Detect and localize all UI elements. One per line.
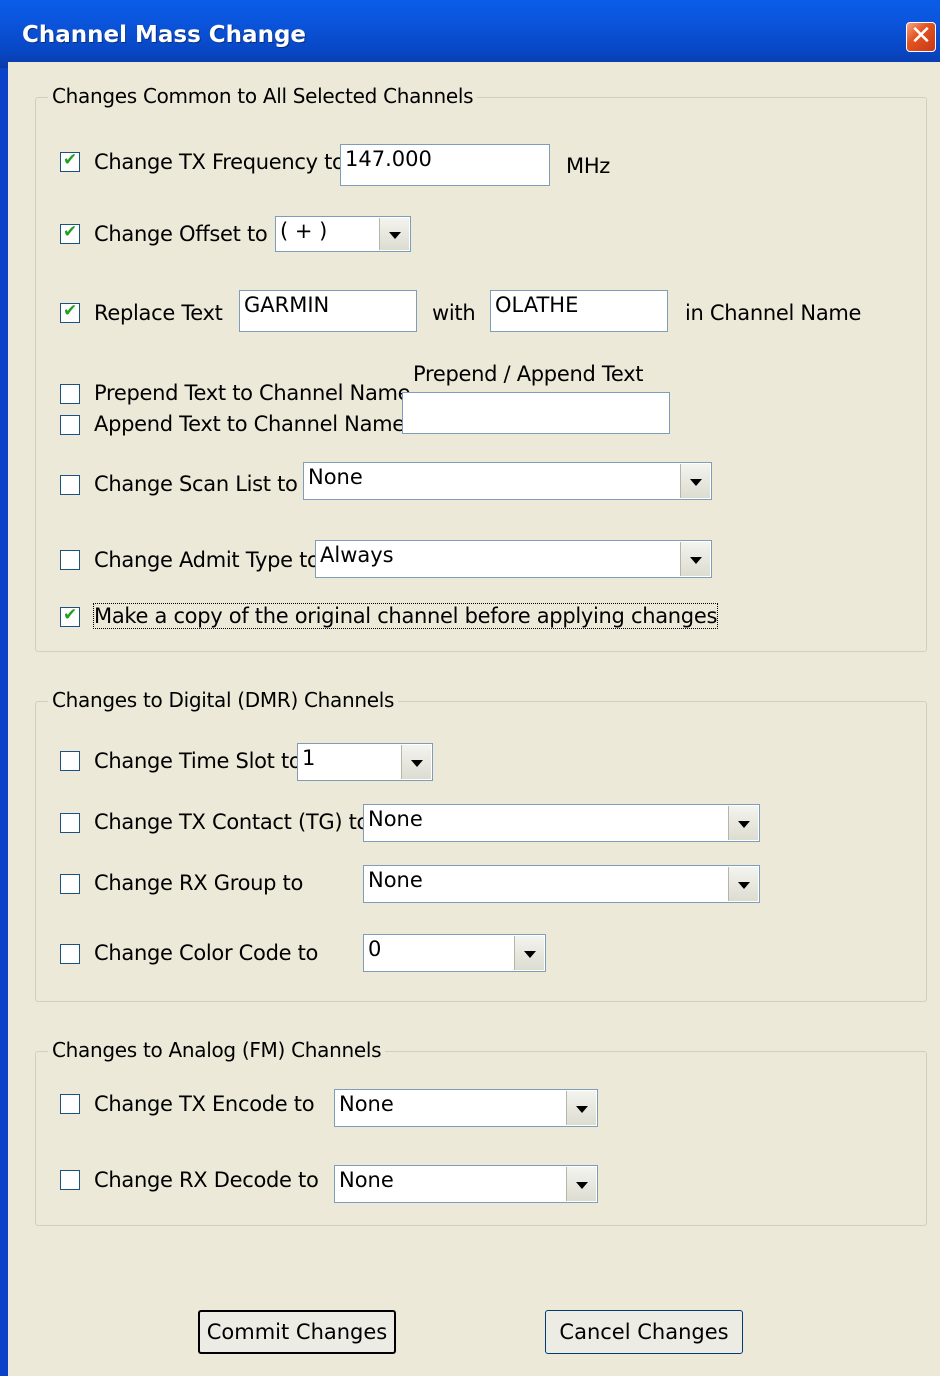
rx-group-checkbox[interactable] [60, 874, 80, 894]
rx-decode-label: Change RX Decode to [94, 1168, 319, 1192]
group-legend: Changes to Analog (FM) Channels [48, 1038, 386, 1062]
append-checkbox[interactable] [60, 415, 80, 435]
tx-frequency-label: Change TX Frequency to [94, 150, 345, 174]
chevron-down-icon[interactable] [401, 745, 431, 779]
tx-frequency-unit: MHz [566, 154, 611, 178]
chevron-down-icon[interactable] [728, 806, 758, 840]
replace-find-input[interactable]: GARMIN [239, 290, 417, 332]
chevron-down-icon[interactable] [728, 867, 758, 901]
dialog-window: Channel Mass Change ✕ Changes Common to … [0, 0, 940, 1376]
group-legend: Changes to Digital (DMR) Channels [48, 688, 399, 712]
admit-type-dropdown[interactable]: Always [315, 540, 712, 578]
prepend-append-text-label: Prepend / Append Text [413, 362, 644, 386]
make-copy-label[interactable]: Make a copy of the original channel befo… [92, 603, 719, 629]
scan-list-value: None [308, 465, 363, 489]
commit-changes-button[interactable]: Commit Changes [198, 1310, 396, 1354]
append-label: Append Text to Channel Name [94, 412, 405, 436]
tx-contact-dropdown[interactable]: None [363, 804, 760, 842]
color-code-value: 0 [368, 937, 382, 961]
rx-decode-checkbox[interactable] [60, 1170, 80, 1190]
prepend-append-input[interactable] [402, 392, 670, 434]
analog-changes-group: Changes to Analog (FM) Channels Change T… [35, 1038, 927, 1226]
chevron-down-icon[interactable] [514, 936, 544, 970]
time-slot-value: 1 [302, 746, 316, 770]
tx-frequency-input[interactable]: 147.000 [340, 144, 550, 186]
tx-encode-label: Change TX Encode to [94, 1092, 315, 1116]
offset-checkbox[interactable] [60, 222, 80, 244]
admit-type-label: Change Admit Type to [94, 548, 320, 572]
title-bar[interactable]: Channel Mass Change ✕ [0, 0, 940, 68]
tx-frequency-checkbox[interactable] [60, 150, 80, 172]
color-code-dropdown[interactable]: 0 [363, 934, 546, 972]
chevron-down-icon[interactable] [566, 1167, 596, 1201]
tx-encode-checkbox[interactable] [60, 1094, 80, 1114]
make-copy-checkbox[interactable] [60, 605, 80, 627]
scan-list-dropdown[interactable]: None [303, 462, 712, 500]
time-slot-dropdown[interactable]: 1 [297, 743, 433, 781]
admit-type-value: Always [320, 543, 394, 567]
rx-group-value: None [368, 868, 423, 892]
dialog-body: Changes Common to All Selected Channels … [8, 62, 940, 1376]
color-code-label: Change Color Code to [94, 941, 319, 965]
admit-type-checkbox[interactable] [60, 550, 80, 570]
with-label: with [432, 301, 476, 325]
replace-with-input[interactable]: OLATHE [490, 290, 668, 332]
time-slot-checkbox[interactable] [60, 751, 80, 771]
replace-text-checkbox[interactable] [60, 301, 80, 323]
rx-group-label: Change RX Group to [94, 871, 304, 895]
tx-encode-value: None [339, 1092, 394, 1116]
prepend-label: Prepend Text to Channel Name [94, 381, 411, 405]
offset-value: ( + ) [280, 219, 328, 243]
color-code-checkbox[interactable] [60, 944, 80, 964]
chevron-down-icon[interactable] [566, 1091, 596, 1125]
rx-decode-dropdown[interactable]: None [334, 1165, 598, 1203]
offset-label: Change Offset to [94, 222, 268, 246]
tx-contact-label: Change TX Contact (TG) to [94, 810, 370, 834]
scan-list-label: Change Scan List to [94, 472, 298, 496]
time-slot-label: Change Time Slot to [94, 749, 302, 773]
prepend-checkbox[interactable] [60, 384, 80, 404]
close-button[interactable]: ✕ [906, 21, 936, 52]
digital-changes-group: Changes to Digital (DMR) Channels Change… [35, 688, 927, 1002]
rx-group-dropdown[interactable]: None [363, 865, 760, 903]
window-title: Channel Mass Change [22, 22, 307, 48]
chevron-down-icon[interactable] [379, 218, 409, 250]
tx-encode-dropdown[interactable]: None [334, 1089, 598, 1127]
replace-text-label: Replace Text [94, 301, 223, 325]
chevron-down-icon[interactable] [680, 464, 710, 498]
rx-decode-value: None [339, 1168, 394, 1192]
offset-dropdown[interactable]: ( + ) [275, 216, 411, 252]
scan-list-checkbox[interactable] [60, 475, 80, 495]
close-icon: ✕ [910, 21, 932, 51]
chevron-down-icon[interactable] [680, 542, 710, 576]
common-changes-group: Changes Common to All Selected Channels … [35, 84, 927, 652]
group-legend: Changes Common to All Selected Channels [48, 84, 478, 108]
in-channel-name-label: in Channel Name [685, 301, 862, 325]
tx-contact-value: None [368, 807, 423, 831]
cancel-changes-button[interactable]: Cancel Changes [545, 1310, 743, 1354]
tx-contact-checkbox[interactable] [60, 813, 80, 833]
